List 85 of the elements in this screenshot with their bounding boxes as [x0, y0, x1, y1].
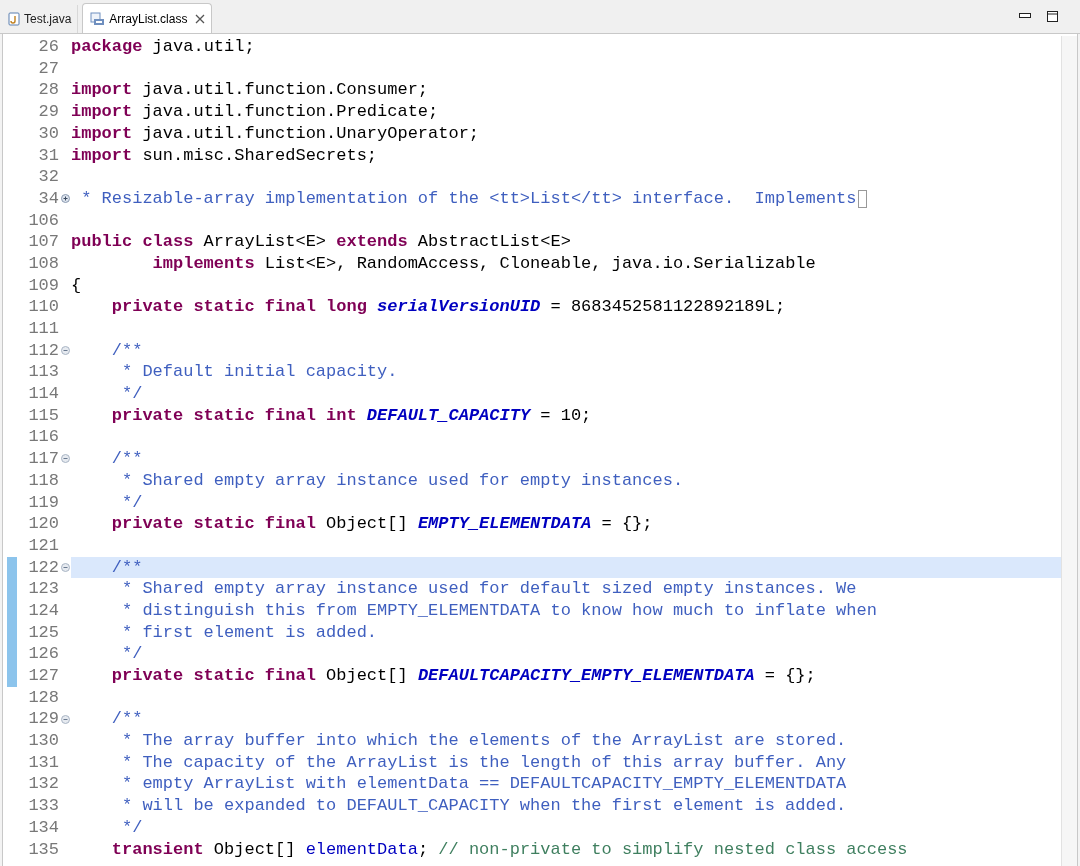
line-number: 122: [27, 556, 59, 579]
code-line: implements List<E>, RandomAccess, Cloneable, java.io.Serializable: [151, 252, 816, 275]
code-line: transient Object[] elementData; // non-private to simplify nested class access: [110, 838, 908, 861]
line-number: 124: [27, 599, 59, 622]
maximize-icon[interactable]: [1047, 10, 1058, 22]
code-line: private static final long serialVersionUID = 8683452581122892189L;: [110, 296, 786, 319]
line-number: 34: [37, 187, 59, 210]
code-line: import java.util.function.UnaryOperator;: [71, 122, 480, 145]
code-line: * will be expanded to DEFAULT_CAPACITY when the first element is added.: [121, 795, 847, 818]
line-number: 129: [27, 708, 59, 731]
tab-label: ArrayList.class: [109, 10, 188, 28]
line-number: 110: [27, 296, 59, 319]
line-number: 31: [37, 144, 59, 167]
line-number: 131: [27, 751, 59, 774]
editor-tab[interactable]: Test.java: [2, 5, 79, 33]
line-number: 135: [27, 838, 59, 861]
line-number: 120: [27, 513, 59, 536]
minimize-icon[interactable]: [1019, 13, 1031, 19]
line-number: 118: [27, 469, 59, 492]
code-line: * The array buffer into which the elements of the ArrayList are stored.: [121, 730, 847, 753]
code-line: package java.util;: [71, 36, 255, 59]
line-number: 121: [27, 534, 59, 557]
code-line: */: [121, 816, 143, 839]
class-file-icon: [89, 11, 106, 26]
collapse-fold-icon[interactable]: [60, 454, 70, 464]
collapse-fold-icon[interactable]: [60, 714, 70, 724]
code-line: private static final Object[] DEFAULTCAPACITY_EMPTY_ELEMENTDATA = {};: [110, 665, 816, 688]
code-line: * The capacity of the ArrayList is the length of this array buffer. Any: [121, 751, 847, 774]
code-line: * Shared empty array instance used for default sized empty instances. We: [121, 578, 857, 601]
line-number: 130: [27, 730, 59, 753]
line-number: 115: [27, 404, 59, 427]
code-line: /**: [110, 556, 143, 579]
code-line: * first element is added.: [121, 621, 378, 644]
line-number: 114: [27, 383, 59, 406]
line-number: 27: [37, 57, 59, 80]
line-number: 134: [27, 816, 59, 839]
folded-code-marker[interactable]: [857, 189, 867, 208]
line-number: 107: [27, 231, 59, 254]
line-number: 28: [37, 79, 59, 102]
line-number: 117: [27, 448, 59, 471]
code-line: * Shared empty array instance used for empty instances.: [121, 469, 684, 492]
close-icon[interactable]: [195, 13, 206, 24]
code-line: * Default initial capacity.: [121, 361, 398, 384]
code-line: /**: [110, 708, 143, 731]
line-number: 123: [27, 578, 59, 601]
line-number: 29: [37, 101, 59, 124]
code-line: */: [121, 383, 143, 406]
line-number: 128: [27, 686, 59, 709]
code-line: import java.util.function.Predicate;: [71, 101, 439, 124]
editor-tab[interactable]: ArrayList.class: [82, 3, 213, 33]
code-line: * distinguish this from EMPTY_ELEMENTDATA to know how much to inflate when: [121, 599, 877, 622]
line-number: 133: [27, 795, 59, 818]
line-number: 125: [27, 621, 59, 644]
line-number: 106: [27, 209, 59, 232]
code-line: /**: [110, 339, 143, 362]
code-line: /**: [110, 448, 143, 471]
code-line: private static final Object[] EMPTY_ELEMENTDATA = {};: [110, 513, 653, 536]
line-number: 112: [27, 339, 59, 362]
code-line: * empty ArrayList with elementData == DEFAULTCAPACITY_EMPTY_ELEMENTDATA: [121, 773, 847, 796]
line-number: 116: [27, 426, 59, 449]
collapse-fold-icon[interactable]: [60, 562, 70, 572]
line-number: 127: [27, 665, 59, 688]
code-line: {: [71, 274, 82, 297]
code-line: private static final int DEFAULT_CAPACITY = 10;: [110, 404, 592, 427]
line-number: 119: [27, 491, 59, 514]
code-editor[interactable]: [2, 34, 1078, 866]
code-line: */: [121, 491, 143, 514]
line-number: 109: [27, 274, 59, 297]
java-file-icon: [8, 12, 20, 26]
line-number: 111: [27, 318, 59, 341]
expand-fold-icon[interactable]: [60, 194, 70, 204]
collapse-fold-icon[interactable]: [60, 345, 70, 355]
line-number: 30: [37, 122, 59, 145]
line-number: 113: [27, 361, 59, 384]
code-line: public class ArrayList<E> extends AbstractList<E>: [71, 231, 571, 254]
line-number: 132: [27, 773, 59, 796]
code-line: import java.util.function.Consumer;: [71, 79, 429, 102]
code-line: */: [121, 643, 143, 666]
line-number: 26: [37, 36, 59, 59]
code-line: import sun.misc.SharedSecrets;: [71, 144, 378, 167]
tab-label: Test.java: [24, 11, 72, 28]
line-number: 126: [27, 643, 59, 666]
code-line: * Resizable-array implementation of the <tt>List</tt> interface. Implements: [80, 187, 857, 210]
line-number: 108: [27, 252, 59, 275]
line-number: 32: [37, 166, 59, 189]
